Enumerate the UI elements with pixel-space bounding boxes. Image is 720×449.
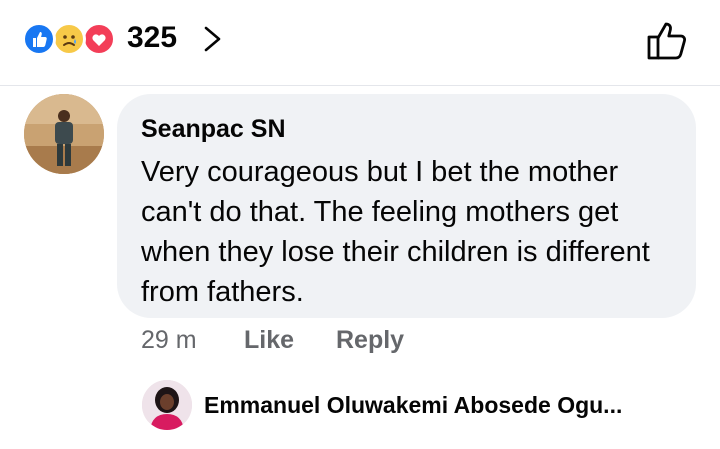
reply-avatar[interactable] — [142, 380, 192, 430]
sad-reaction-icon — [52, 22, 86, 56]
reactions-bar: 325 — [0, 0, 720, 86]
like-reaction-icon — [22, 22, 56, 56]
love-reaction-icon — [82, 22, 116, 56]
like-button-icon[interactable] — [645, 18, 691, 62]
reaction-count[interactable]: 325 — [127, 19, 177, 57]
chevron-right-icon[interactable] — [201, 20, 225, 58]
comment-timestamp[interactable]: 29 m — [141, 322, 197, 358]
like-button[interactable]: Like — [244, 322, 294, 358]
comment-bubble: Seanpac SN Very courageous but I bet the… — [117, 94, 696, 318]
comment-author[interactable]: Seanpac SN — [141, 112, 670, 146]
reaction-icons[interactable] — [22, 22, 122, 56]
reply-button[interactable]: Reply — [336, 322, 404, 358]
avatar[interactable] — [24, 94, 104, 174]
reply-author[interactable]: Emmanuel Oluwakemi Abosede Ogu... — [204, 389, 622, 421]
comment-text: Very courageous but I bet the mother can… — [141, 156, 650, 308]
